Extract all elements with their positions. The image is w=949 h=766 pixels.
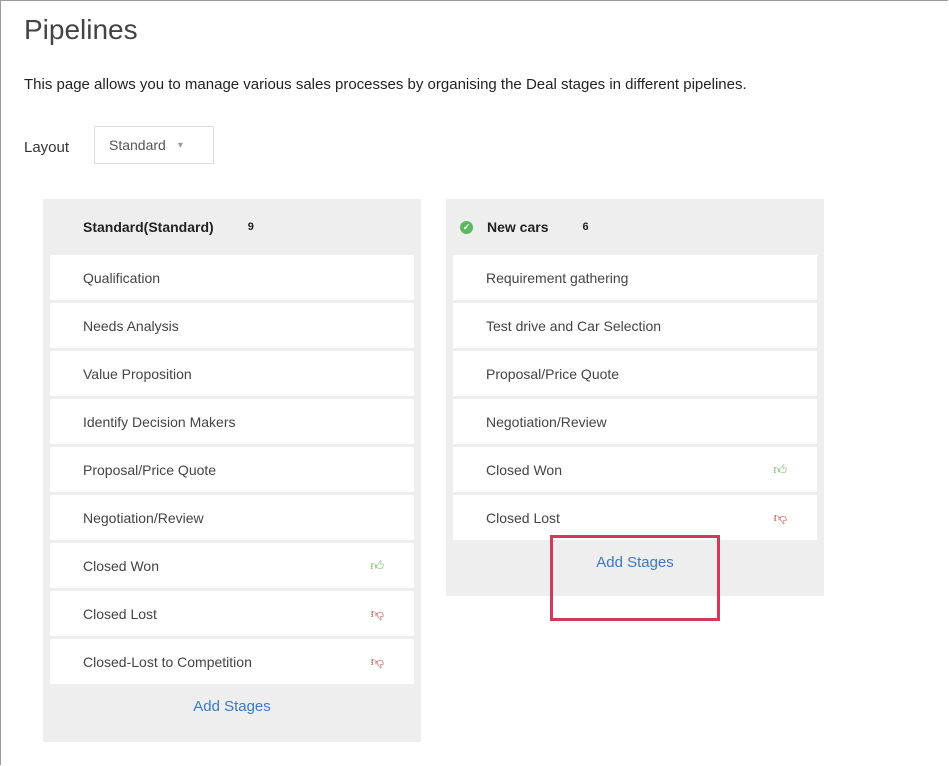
stage-label: Needs Analysis (83, 317, 179, 334)
stage-item[interactable]: Proposal/Price Quote (50, 447, 414, 492)
stage-label: Closed Lost (486, 509, 560, 526)
stage-count-badge: 9 (247, 221, 254, 233)
check-circle-icon: ✓ (460, 220, 473, 234)
stage-label: Closed Lost (83, 605, 157, 622)
stage-label: Test drive and Car Selection (486, 317, 662, 334)
stage-label: Negotiation/Review (83, 509, 204, 526)
thumbs-up-icon: 👍︎ (773, 461, 787, 477)
stage-item[interactable]: Identify Decision Makers (50, 399, 414, 444)
stage-item[interactable]: Proposal/Price Quote (453, 351, 817, 396)
stage-item[interactable]: Needs Analysis (50, 303, 414, 348)
stage-item[interactable]: Negotiation/Review (50, 495, 414, 540)
thumbs-down-icon: 👎︎ (370, 653, 384, 669)
stage-label: Proposal/Price Quote (83, 461, 217, 478)
stage-item[interactable]: Negotiation/Review (453, 399, 817, 444)
stage-label: Proposal/Price Quote (486, 365, 620, 382)
stage-item[interactable]: Closed Won 👍︎ (50, 543, 414, 588)
stage-item[interactable]: Qualification (50, 255, 414, 300)
stage-label: Negotiation/Review (486, 413, 607, 430)
stage-label: Requirement gathering (486, 269, 629, 286)
stage-item[interactable]: Closed Won 👍︎ (453, 447, 817, 492)
stage-item[interactable]: Closed-Lost to Competition 👎︎ (50, 639, 414, 684)
stage-item[interactable]: Requirement gathering (453, 255, 817, 300)
stage-label: Identify Decision Makers (83, 413, 236, 430)
thumbs-down-icon: 👎︎ (370, 605, 384, 621)
page-description: This page allows you to manage various s… (24, 76, 747, 93)
stage-label: Qualification (83, 269, 161, 286)
add-stages-button[interactable]: Add Stages (446, 554, 824, 571)
stage-item[interactable]: Closed Lost 👎︎ (50, 591, 414, 636)
layout-select[interactable]: Standard ▾ (94, 126, 214, 164)
layout-label: Layout (24, 139, 70, 156)
stage-label: Closed Won (486, 461, 563, 478)
pipeline-header: Standard(Standard) 9 (43, 199, 421, 255)
pipeline-name: New cars (487, 219, 549, 235)
page-title: Pipelines (24, 14, 138, 45)
pipeline-new-cars: ✓ New cars 6 Requirement gathering Test … (446, 199, 824, 596)
stage-label: Closed Won (83, 557, 160, 574)
stage-count-badge: 6 (582, 221, 589, 233)
pipeline-standard: Standard(Standard) 9 Qualification Needs… (43, 199, 421, 742)
thumbs-up-icon: 👍︎ (370, 557, 384, 573)
stage-label: Closed-Lost to Competition (83, 653, 252, 670)
stage-item[interactable]: Closed Lost 👎︎ (453, 495, 817, 540)
pipeline-header: ✓ New cars 6 (446, 199, 824, 255)
stage-label: Value Proposition (83, 365, 192, 382)
chevron-down-icon: ▾ (177, 139, 183, 151)
layout-select-value: Standard (109, 137, 166, 153)
stage-item[interactable]: Value Proposition (50, 351, 414, 396)
thumbs-down-icon: 👎︎ (773, 509, 787, 525)
pipeline-name: Standard(Standard) (83, 219, 214, 235)
add-stages-button[interactable]: Add Stages (43, 698, 421, 715)
stage-item[interactable]: Test drive and Car Selection (453, 303, 817, 348)
